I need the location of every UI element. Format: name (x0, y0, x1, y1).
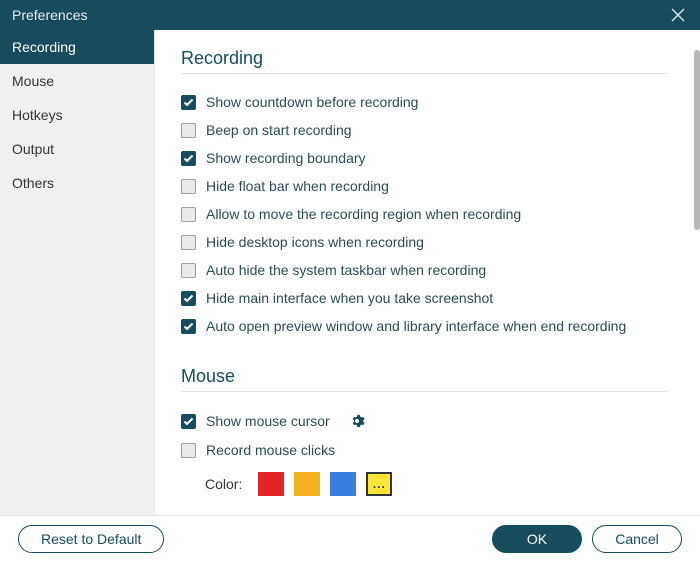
gear-icon[interactable] (348, 412, 366, 430)
reset-to-default-button[interactable]: Reset to Default (18, 525, 164, 553)
sidebar-item-label: Hotkeys (12, 107, 63, 123)
checkbox[interactable] (181, 123, 196, 138)
option-auto-hide-taskbar: Auto hide the system taskbar when record… (181, 256, 668, 284)
checkbox[interactable] (181, 235, 196, 250)
option-label: Show mouse cursor (206, 413, 330, 429)
option-hide-desktop-icons: Hide desktop icons when recording (181, 228, 668, 256)
option-show-boundary: Show recording boundary (181, 144, 668, 172)
sidebar-item-recording[interactable]: Recording (0, 30, 154, 64)
option-label: Show recording boundary (206, 150, 366, 166)
option-hide-main-interface: Hide main interface when you take screen… (181, 284, 668, 312)
close-button[interactable] (668, 5, 688, 25)
color-swatch-orange[interactable] (294, 472, 320, 496)
checkbox[interactable] (181, 319, 196, 334)
sidebar: Recording Mouse Hotkeys Output Others (0, 30, 155, 515)
checkbox[interactable] (181, 151, 196, 166)
option-beep-start: Beep on start recording (181, 116, 668, 144)
color-swatch-more[interactable]: ... (366, 472, 392, 496)
option-label: Allow to move the recording region when … (206, 206, 521, 222)
sidebar-item-label: Output (12, 141, 54, 157)
checkbox[interactable] (181, 179, 196, 194)
checkbox[interactable] (181, 291, 196, 306)
color-row: Color: ... (181, 464, 668, 500)
sidebar-item-hotkeys[interactable]: Hotkeys (0, 98, 154, 132)
sidebar-item-output[interactable]: Output (0, 132, 154, 166)
checkbox[interactable] (181, 443, 196, 458)
sidebar-item-label: Recording (12, 39, 76, 55)
content: Recording Show countdown before recordin… (155, 30, 694, 515)
option-label: Auto open preview window and library int… (206, 318, 626, 334)
option-label: Show countdown before recording (206, 94, 418, 110)
window-title: Preferences (12, 7, 87, 23)
titlebar: Preferences (0, 0, 700, 30)
color-label: Color: (205, 476, 242, 492)
option-label: Hide float bar when recording (206, 178, 389, 194)
checkbox[interactable] (181, 263, 196, 278)
option-allow-move-region: Allow to move the recording region when … (181, 200, 668, 228)
sidebar-item-mouse[interactable]: Mouse (0, 64, 154, 98)
scrollbar[interactable] (694, 30, 700, 515)
option-label: Beep on start recording (206, 122, 352, 138)
sidebar-item-label: Others (12, 175, 54, 191)
option-label: Hide desktop icons when recording (206, 234, 424, 250)
option-auto-open-preview: Auto open preview window and library int… (181, 312, 668, 340)
checkbox[interactable] (181, 207, 196, 222)
close-icon (671, 8, 685, 22)
option-show-mouse-cursor: Show mouse cursor (181, 406, 668, 436)
footer: Reset to Default OK Cancel (0, 515, 700, 561)
option-label: Record mouse clicks (206, 442, 335, 458)
option-record-mouse-clicks: Record mouse clicks (181, 436, 668, 464)
body: Recording Mouse Hotkeys Output Others Re… (0, 30, 700, 515)
ok-button[interactable]: OK (492, 525, 582, 553)
section-title-mouse: Mouse (181, 366, 668, 392)
checkbox[interactable] (181, 414, 196, 429)
section-title-recording: Recording (181, 48, 668, 74)
cancel-button[interactable]: Cancel (592, 525, 682, 553)
option-show-countdown: Show countdown before recording (181, 88, 668, 116)
checkbox[interactable] (181, 95, 196, 110)
content-wrap: Recording Show countdown before recordin… (155, 30, 700, 515)
sidebar-item-label: Mouse (12, 73, 54, 89)
color-swatch-blue[interactable] (330, 472, 356, 496)
color-swatch-red[interactable] (258, 472, 284, 496)
option-hide-float-bar: Hide float bar when recording (181, 172, 668, 200)
sidebar-item-others[interactable]: Others (0, 166, 154, 200)
option-label: Hide main interface when you take screen… (206, 290, 493, 306)
option-label: Auto hide the system taskbar when record… (206, 262, 486, 278)
scrollbar-thumb[interactable] (694, 50, 700, 230)
